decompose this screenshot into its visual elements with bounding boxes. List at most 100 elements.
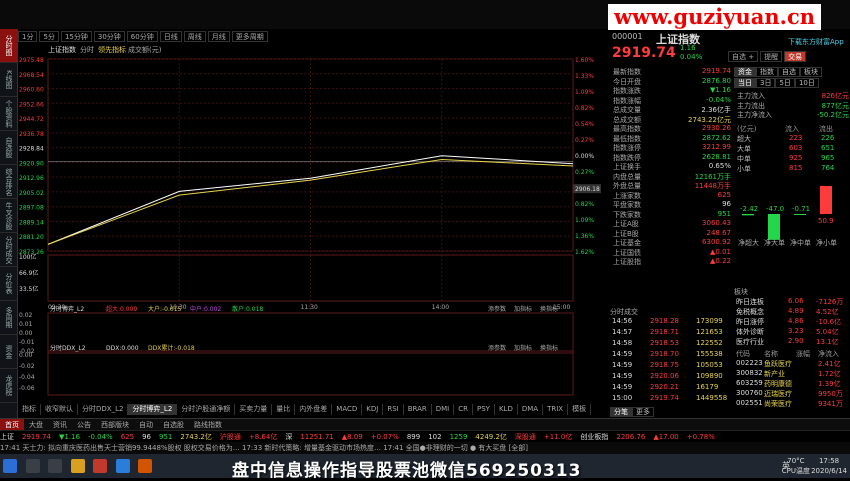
stock-row[interactable]: 002551 尚荣医疗 9341万 <box>734 399 850 409</box>
fund-cell: 超大 <box>737 135 751 143</box>
left-tab-7[interactable]: 分价表 <box>0 267 18 301</box>
left-tab-6[interactable]: 分时成交 <box>0 233 18 267</box>
indicator-tab-12[interactable]: DMI <box>432 404 455 415</box>
left-tab-8[interactable]: 多周期 <box>0 301 18 335</box>
indicator-tab-3[interactable]: 分时博弈_L2 <box>128 404 178 415</box>
left-tab-10[interactable]: 龙虎榜 <box>0 369 18 403</box>
stock-row[interactable]: 603259 药明康德 1.39亿 <box>734 379 850 389</box>
period-5[interactable]: 日线 <box>159 31 182 42</box>
index-ticker: 上证 2919.74 ▼1.16 -0.04% 625 96 951 2743.2亿 沪股通 +8… <box>0 430 850 442</box>
sector-row[interactable]: 免税概念 4.89 4.52亿 <box>734 307 850 317</box>
browser-icon[interactable] <box>115 459 130 473</box>
stat-row: 内盘总量 12161万手 <box>613 172 731 181</box>
left-tab-9[interactable]: 资金 <box>0 335 18 369</box>
period-8[interactable]: 更多周期 <box>231 31 268 42</box>
sub1-button[interactable]: 添参数 <box>488 305 506 313</box>
sub1-button[interactable]: 换指标 <box>540 305 558 313</box>
sub2-button[interactable]: 加指标 <box>514 344 532 352</box>
fund-bar-value: -47.0 <box>766 205 784 213</box>
sub2-button[interactable]: 添参数 <box>488 344 506 352</box>
indicator-tab-13[interactable]: CR <box>454 404 474 415</box>
indicator-tab-7[interactable]: 内外盘差 <box>295 404 333 415</box>
app-icon[interactable] <box>93 459 108 473</box>
sector-row[interactable]: 昨日涨停 4.86 -10.6亿 <box>734 317 850 327</box>
intraday-chart-svg[interactable]: 上证指数 分时 领先指标 成交额(元) 2975.48 2968.54 2960.60 295… <box>18 43 603 403</box>
stock-app-icon[interactable] <box>138 459 153 473</box>
pct-tick: 0.82% <box>575 105 594 112</box>
ticker-item: +11.0亿 <box>543 433 573 441</box>
left-tab-3[interactable]: 自选股 <box>0 131 18 165</box>
period-3[interactable]: 30分钟 <box>93 31 125 42</box>
indicator-tab-4[interactable]: 分时沪股通净额 <box>177 404 236 415</box>
fund-bar <box>768 214 780 240</box>
fund-subtab-3[interactable]: 10日 <box>794 78 819 88</box>
fund-subtab-1[interactable]: 3日 <box>756 78 776 88</box>
task-view-icon[interactable] <box>48 459 63 473</box>
price-tick: 2928.84 <box>19 146 44 153</box>
period-2[interactable]: 15分钟 <box>60 31 92 42</box>
sub1-button[interactable]: 加指标 <box>514 305 532 313</box>
fund-row: 主力流入 826亿元 <box>737 91 849 100</box>
left-tab-2[interactable]: 个股资料 <box>0 97 18 131</box>
indicator-tab-17[interactable]: TRIX <box>543 404 569 415</box>
price-tick: 2952.66 <box>19 101 44 108</box>
ime-indicator[interactable]: 英 <box>782 460 790 471</box>
period-7[interactable]: 月线 <box>207 31 230 42</box>
left-tab-1[interactable]: K线图 <box>0 63 18 97</box>
sector-row[interactable]: 医疗行业 2.90 13.1亿 <box>734 337 850 347</box>
stat-row: 上证股指 ▲0.22 <box>613 257 731 266</box>
start-icon[interactable] <box>3 459 17 473</box>
indicator-tab-2[interactable]: 分时DDX_L2 <box>78 404 129 415</box>
fund-tab-2[interactable]: 自选 <box>778 67 800 77</box>
fund-subtab-0[interactable]: 当日 <box>734 78 756 88</box>
search-icon[interactable] <box>25 459 40 473</box>
period-0[interactable]: 1分 <box>18 31 38 42</box>
sector-row[interactable]: 体外诊断 3.23 5.04亿 <box>734 327 850 337</box>
period-1[interactable]: 5分 <box>39 31 59 42</box>
fund-cell: 小单 <box>737 165 751 173</box>
fund-tab-0[interactable]: 资金 <box>734 67 756 77</box>
fund-subtab-2[interactable]: 5日 <box>775 78 795 88</box>
fund-head-cell: 流出 <box>819 125 833 133</box>
stock-row[interactable]: 002223 鱼跃医疗 2.41亿 <box>734 359 850 369</box>
header-button-2[interactable]: 交易 <box>784 51 807 62</box>
pct-tick: 1.09% <box>575 217 594 224</box>
sub2-button[interactable]: 换指标 <box>540 344 558 352</box>
folder-icon[interactable] <box>70 459 85 473</box>
stock-row[interactable]: 300760 迈瑞医疗 9950万 <box>734 389 850 399</box>
period-4[interactable]: 60分钟 <box>126 31 158 42</box>
fund-tab-1[interactable]: 指数 <box>756 67 778 77</box>
trade-tab-0[interactable]: 分笔 <box>610 407 632 417</box>
indicator-tab-9[interactable]: KDJ <box>362 404 384 415</box>
indicator-tab-10[interactable]: RSI <box>383 404 404 415</box>
indicator-tab-14[interactable]: PSY <box>473 404 495 415</box>
period-6[interactable]: 周线 <box>183 31 206 42</box>
indicator-tab-18[interactable]: 模板 <box>568 404 592 415</box>
trade-tab-1[interactable]: 更多 <box>632 407 654 417</box>
stat-row: 最低指数 2872.62 <box>613 134 731 143</box>
trade-row: 14:59 2920.21 16179 <box>610 383 732 394</box>
indicator-tab-15[interactable]: KLD <box>495 404 518 415</box>
stocks-head: 代码 名称 涨幅 净流入 <box>734 349 850 359</box>
stat-label: 指数涨停 <box>613 144 641 152</box>
watermark: www.guziyuan.cn <box>608 4 821 30</box>
indicator-tab-0[interactable]: 指标 <box>18 404 41 415</box>
left-tab-5[interactable]: 牛叉诊股 <box>0 199 18 233</box>
indicator-tab-16[interactable]: DMA <box>518 404 544 415</box>
indicator-tab-1[interactable]: 收窄默认 <box>41 404 78 415</box>
indicator-tab-5[interactable]: 买卖力量 <box>235 404 273 415</box>
indicator-tab-11[interactable]: BRAR <box>404 404 432 415</box>
sector-row[interactable]: 昨日连板 6.06 -7126万 <box>734 297 850 307</box>
chart-area[interactable]: 上证指数 分时 领先指标 成交额(元) 2975.48 2968.54 2960.60 295… <box>18 43 603 403</box>
sector-cell: 5.04亿 <box>816 328 839 336</box>
stock-row[interactable]: 300832 新产业 1.72亿 <box>734 369 850 379</box>
header-button-0[interactable]: 自选 + <box>728 51 759 62</box>
left-tab-0[interactable]: 分时图 <box>0 29 18 63</box>
indicator-tab-6[interactable]: 量比 <box>272 404 296 415</box>
download-app-link[interactable]: 下载东方财富App <box>788 37 844 47</box>
header-button-1[interactable]: 提醒 <box>760 51 783 62</box>
indicator-tab-8[interactable]: MACD <box>332 404 363 415</box>
left-tab-4[interactable]: 综合排名 <box>0 165 18 199</box>
fund-tab-3[interactable]: 板块 <box>800 67 822 77</box>
pct-tick: 1.62% <box>575 249 594 256</box>
